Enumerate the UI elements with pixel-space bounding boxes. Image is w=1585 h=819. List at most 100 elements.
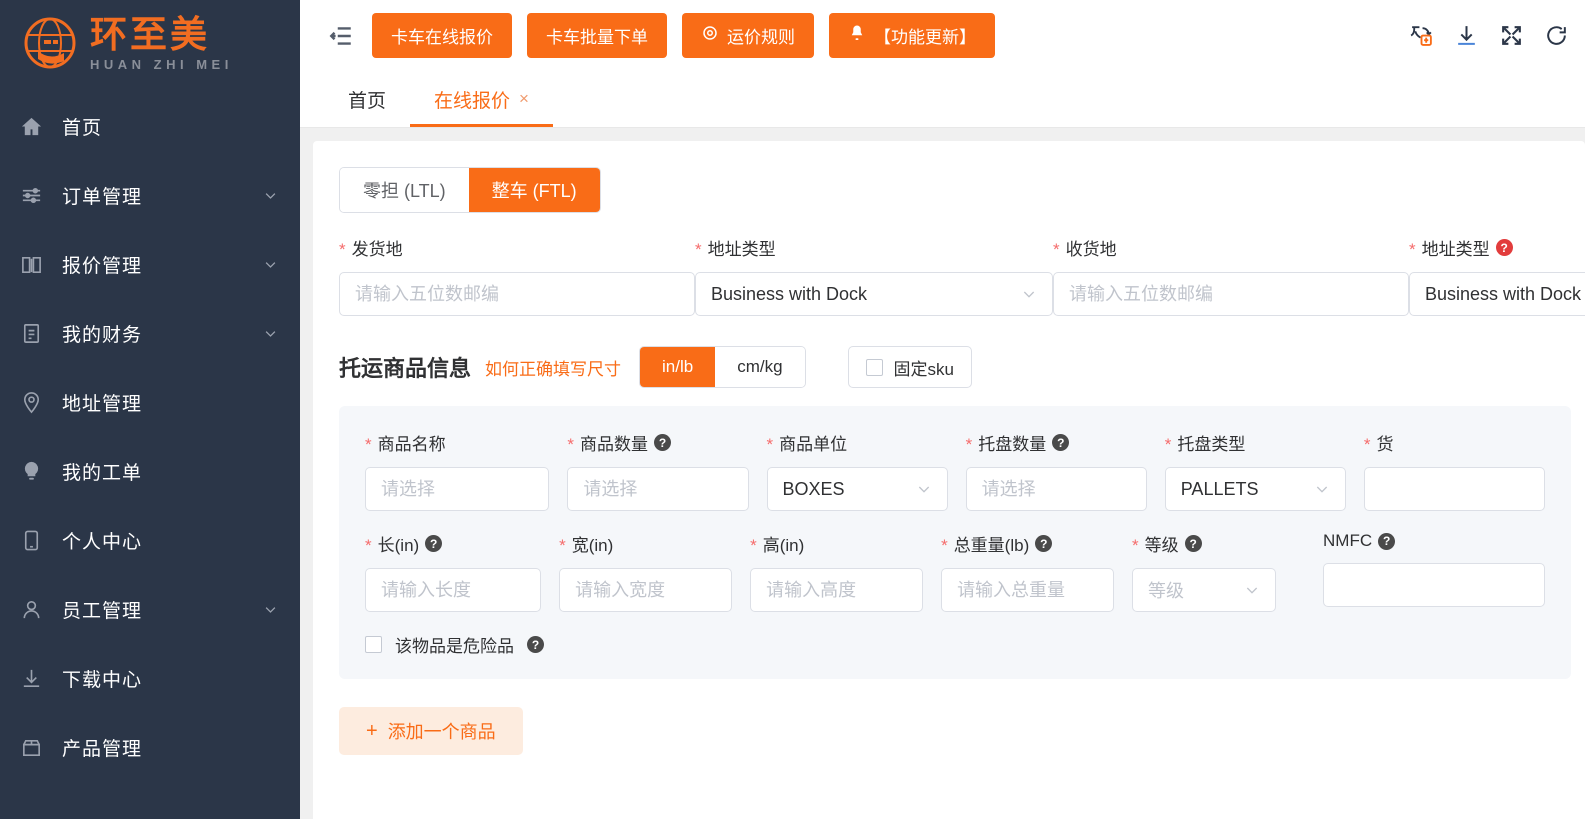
item-name-group: * 商品名称 (365, 430, 550, 511)
cargo-type-group: * 货 (1363, 430, 1546, 511)
freight-rules-button[interactable]: 运价规则 (682, 13, 814, 58)
help-icon[interactable]: ? (1495, 239, 1513, 256)
item-nmfc-label: NMFC (1323, 531, 1373, 550)
pallet-quantity-label-wrap: * 托盘数量 ? (966, 430, 1147, 455)
sidebar-item-profile[interactable]: 个人中心 (0, 506, 300, 575)
item-height-label-wrap: * 高(in) (750, 531, 923, 556)
chevron-down-icon[interactable] (263, 188, 278, 203)
chevron-down-icon (1021, 286, 1037, 302)
translate-icon[interactable] (1409, 23, 1434, 48)
quote-form-card: 零担 (LTL) 整车 (FTL) 提示：请用英语填写所有字段 * 发货地 (313, 141, 1585, 819)
sidebar-item-quotes[interactable]: 报价管理 (0, 230, 300, 299)
location-pin-icon (18, 390, 44, 416)
cargo-type-input[interactable] (1363, 467, 1546, 511)
add-item-button[interactable]: + 添加一个商品 (339, 707, 523, 755)
truck-online-quote-button[interactable]: 卡车在线报价 (372, 13, 512, 58)
item-unit-select[interactable]: BOXES (766, 467, 948, 511)
sidebar-item-address[interactable]: 地址管理 (0, 368, 300, 437)
sidebar-item-tickets[interactable]: 我的工单 (0, 437, 300, 506)
chevron-down-icon[interactable] (263, 257, 278, 272)
selected-value: BOXES (782, 478, 845, 499)
item-weight-input[interactable] (941, 568, 1115, 612)
tab-online-quote[interactable]: 在线报价 × (410, 71, 553, 127)
sidebar-item-downloads[interactable]: 下载中心 (0, 644, 300, 713)
tab-home[interactable]: 首页 (324, 71, 410, 127)
add-item-row: + 添加一个商品 (313, 679, 1585, 755)
mode-ltl-button[interactable]: 零担 (LTL) (340, 168, 469, 212)
pallet-type-label: 托盘类型 (1177, 435, 1246, 454)
dest-zip-input[interactable] (1053, 272, 1409, 316)
hazmat-checkbox[interactable]: 该物品是危险品 ? (365, 632, 1545, 657)
unit-metric-button[interactable]: cm/kg (715, 347, 805, 387)
pallet-quantity-input[interactable] (965, 467, 1147, 511)
item-weight-group: * 总重量(lb) ? (941, 531, 1115, 612)
item-unit-label-wrap: * 商品单位 (767, 430, 948, 455)
item-row-1: * 商品名称 * 商品数量 ? (365, 430, 1546, 511)
item-length-input[interactable] (365, 568, 542, 612)
brand-name-cn: 环至美 (90, 13, 210, 55)
item-height-label: 高(in) (762, 536, 805, 555)
item-grade-select[interactable]: 等级 (1132, 568, 1277, 612)
chevron-down-icon[interactable] (263, 326, 278, 341)
unit-imperial-button[interactable]: in/lb (640, 347, 716, 387)
sidebar-nav: 首页 订单管理 报价管理 我的财务 地址管理 我的工单 个人中心 员工管理 下载… (0, 92, 300, 782)
chevron-down-icon[interactable] (263, 602, 278, 617)
sidebar-item-label: 个人中心 (62, 532, 143, 553)
origin-address-type-select[interactable]: Business with Dock (695, 272, 1053, 316)
sidebar-item-staff[interactable]: 员工管理 (0, 575, 300, 644)
close-icon[interactable]: × (519, 89, 529, 109)
button-label: 卡车批量下单 (546, 28, 648, 47)
topbar: 卡车在线报价 卡车批量下单 运价规则 【功能更新】 (300, 0, 1585, 71)
fixed-sku-checkbox[interactable]: 固定sku (847, 346, 973, 388)
item-width-input[interactable] (559, 568, 733, 612)
sidebar-item-products[interactable]: 产品管理 (0, 713, 300, 782)
item-length-label-wrap: * 长(in) ? (365, 531, 541, 556)
item-name-input[interactable] (365, 467, 550, 511)
sidebar-item-label: 下载中心 (62, 670, 143, 691)
help-icon[interactable]: ? (425, 535, 443, 552)
help-icon[interactable]: ? (1184, 535, 1202, 552)
size-guide-link[interactable]: 如何正确填写尺寸 (485, 355, 621, 380)
shipment-item-panel: * 商品名称 * 商品数量 ? (339, 406, 1571, 679)
item-nmfc-input[interactable] (1323, 563, 1546, 607)
sidebar-item-finance[interactable]: 我的财务 (0, 299, 300, 368)
required-asterisk: * (365, 435, 372, 454)
refresh-icon[interactable] (1544, 23, 1569, 48)
dest-field-group: * 收货地 (1053, 235, 1409, 316)
tab-bar: 首页 在线报价 × (300, 71, 1585, 128)
origin-zip-input[interactable] (339, 272, 695, 316)
required-asterisk: * (766, 435, 774, 454)
item-height-input[interactable] (750, 568, 924, 612)
help-icon[interactable]: ? (654, 434, 672, 451)
item-quantity-label: 商品数量 (580, 435, 649, 454)
download-icon[interactable] (1454, 23, 1479, 48)
sidebar-item-home[interactable]: 首页 (0, 92, 300, 161)
brand-logo[interactable]: 环至美 HUAN ZHI MEI (0, 0, 300, 86)
shipment-mode-toggle: 零担 (LTL) 整车 (FTL) (339, 167, 601, 213)
app-root: 环至美 HUAN ZHI MEI 首页 订单管理 报价管理 我的财务 地址管理 … (0, 0, 1585, 819)
item-width-label-wrap: * 宽(in) (559, 531, 732, 556)
required-asterisk: * (567, 435, 575, 454)
help-icon[interactable]: ? (1052, 434, 1070, 451)
sidebar: 环至美 HUAN ZHI MEI 首页 订单管理 报价管理 我的财务 地址管理 … (0, 0, 300, 819)
dest-address-type-select[interactable]: Business with Dock (1409, 272, 1585, 316)
box-icon (18, 735, 44, 761)
help-icon[interactable]: ? (527, 636, 544, 653)
item-quantity-input[interactable] (567, 467, 749, 511)
sidebar-item-orders[interactable]: 订单管理 (0, 161, 300, 230)
item-width-label: 宽(in) (571, 536, 614, 555)
required-asterisk: * (965, 435, 973, 454)
pallet-type-select[interactable]: PALLETS (1164, 467, 1346, 511)
cargo-type-label-wrap: * 货 (1364, 430, 1545, 455)
fullscreen-icon[interactable] (1499, 23, 1524, 48)
feature-update-button[interactable]: 【功能更新】 (829, 13, 995, 58)
help-icon[interactable]: ? (1035, 535, 1053, 552)
collapse-menu-icon[interactable] (324, 19, 358, 53)
topbar-actions: 卡车在线报价 卡车批量下单 运价规则 【功能更新】 (372, 13, 995, 58)
required-asterisk: * (339, 240, 346, 259)
help-icon[interactable]: ? (1378, 532, 1396, 550)
mode-ftl-button[interactable]: 整车 (FTL) (468, 168, 600, 212)
truck-bulk-order-button[interactable]: 卡车批量下单 (527, 13, 667, 58)
item-unit-group: * 商品单位 BOXES (766, 430, 948, 511)
required-asterisk: * (1132, 536, 1139, 555)
